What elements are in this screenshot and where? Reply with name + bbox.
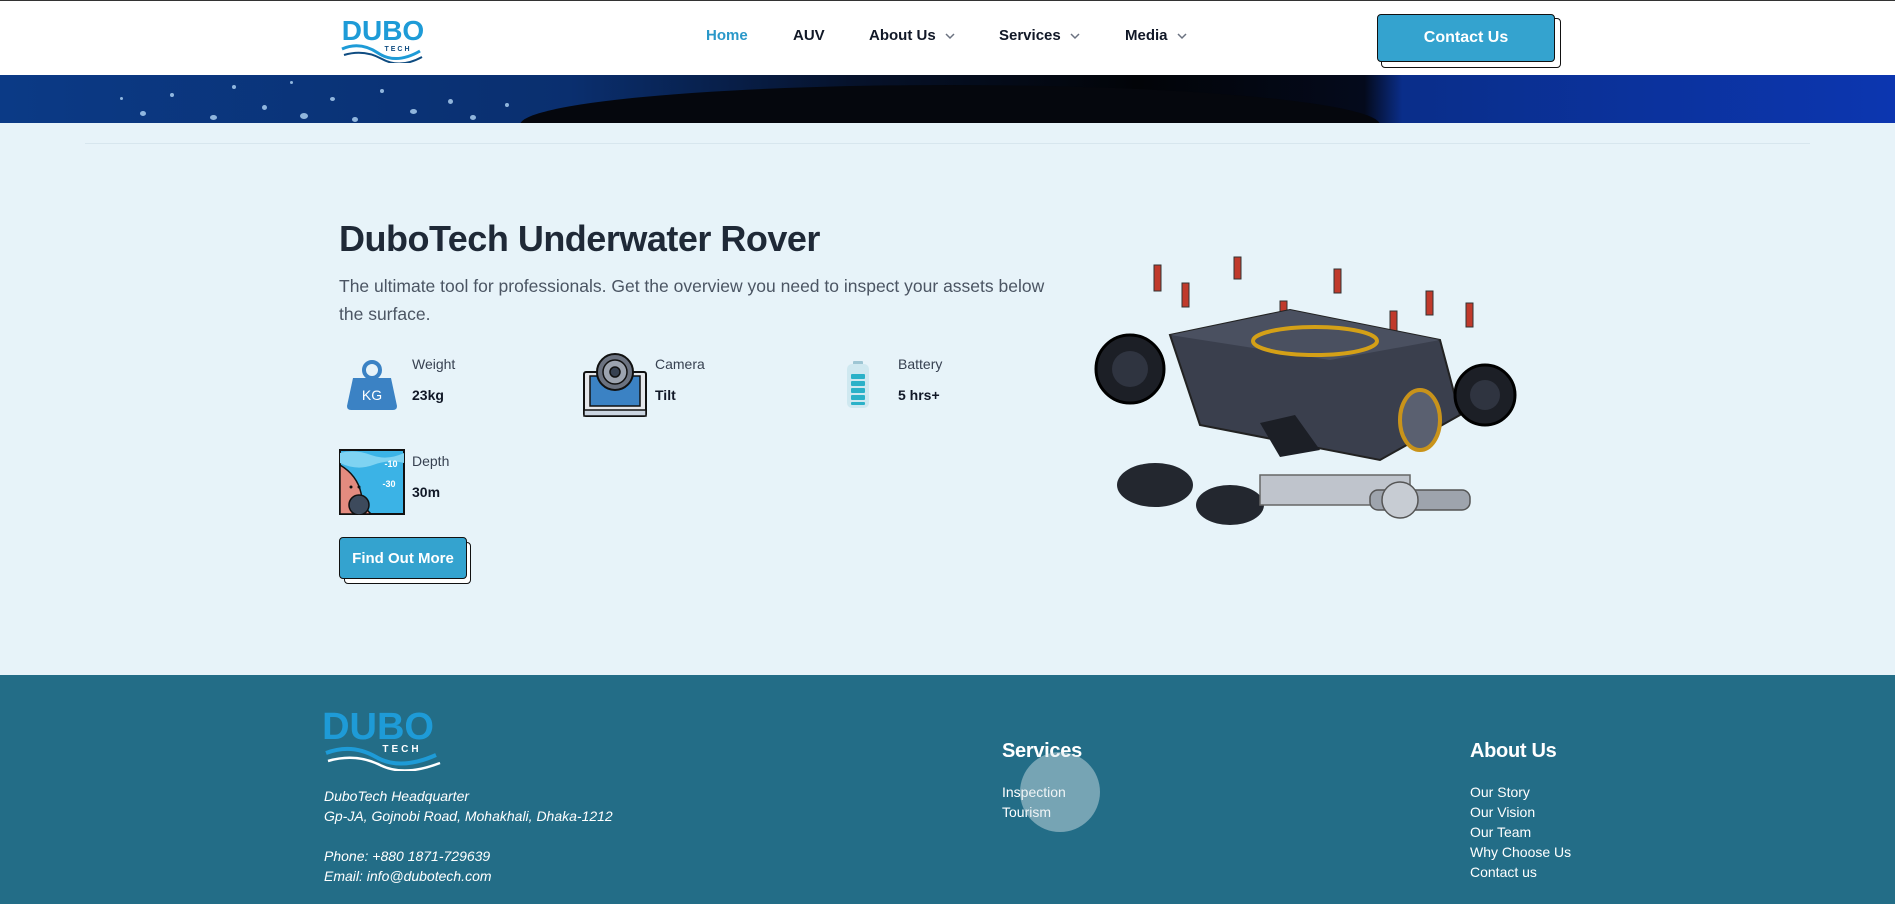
hero-banner-strip xyxy=(0,75,1895,123)
nav-services[interactable]: Services xyxy=(999,27,1081,44)
nav-auv[interactable]: AUV xyxy=(793,27,825,44)
spec-camera: Camera Tilt xyxy=(582,352,812,422)
nav-home[interactable]: Home xyxy=(706,27,748,44)
product-title: DuboTech Underwater Rover xyxy=(339,218,820,259)
footer-link-our-vision[interactable]: Our Vision xyxy=(1470,804,1535,820)
spec-depth: -10 -30 Depth 30m xyxy=(339,449,569,519)
footer-link-contact-us[interactable]: Contact us xyxy=(1470,864,1537,880)
depth-icon: -10 -30 xyxy=(339,449,405,515)
footer-link-our-story[interactable]: Our Story xyxy=(1470,784,1530,800)
dubotech-logo[interactable]: DUBO TECH xyxy=(324,705,444,771)
site-header: DUBO TECH Home AUV About Us Services Med… xyxy=(0,0,1895,75)
svg-text:KG: KG xyxy=(362,387,382,403)
chevron-down-icon xyxy=(1176,32,1187,39)
spec-label: Camera xyxy=(655,356,705,372)
rover-image xyxy=(1094,256,1517,525)
footer-link-our-team[interactable]: Our Team xyxy=(1470,824,1531,840)
svg-text:DUBO: DUBO xyxy=(324,706,434,748)
hq-address: Gp-JA, Gojnobi Road, Mohakhali, Dhaka-12… xyxy=(324,808,613,824)
camera-icon xyxy=(583,353,647,417)
footer-link-why-choose-us[interactable]: Why Choose Us xyxy=(1470,844,1571,860)
spec-battery: Battery 5 hrs+ xyxy=(825,352,1055,422)
nav-about-us[interactable]: About Us xyxy=(869,27,956,44)
phone[interactable]: Phone: +880 1871-729639 xyxy=(324,848,490,864)
email[interactable]: Email: info@dubotech.com xyxy=(324,868,492,884)
svg-text:-10: -10 xyxy=(384,459,397,469)
chevron-down-icon xyxy=(945,32,955,39)
footer-about-title: About Us xyxy=(1470,740,1557,762)
chevron-down-icon xyxy=(1070,32,1080,39)
product-description: The ultimate tool for professionals. Get… xyxy=(339,276,1045,324)
banner-rock-shape xyxy=(520,85,1380,123)
spec-label: Weight xyxy=(412,356,456,372)
spec-value: 30m xyxy=(412,484,441,500)
svg-text:-30: -30 xyxy=(382,479,395,489)
battery-icon xyxy=(847,361,869,408)
find-out-more-wrapper: Find Out More xyxy=(339,537,473,585)
contact-us-wrapper: Contact Us xyxy=(1377,14,1561,68)
site-footer: DUBO TECH DuboTech Headquarter Gp-JA, Go… xyxy=(0,675,1895,904)
spec-value: 23kg xyxy=(412,387,444,403)
spec-value: Tilt xyxy=(655,387,676,403)
nav-media[interactable]: Media xyxy=(1125,27,1188,44)
spec-weight: KG Weight 23kg xyxy=(339,352,569,422)
svg-text:TECH: TECH xyxy=(382,744,421,755)
main-nav: Home AUV About Us Services Media xyxy=(0,27,1895,51)
section-divider xyxy=(85,143,1810,144)
weight-icon: KG xyxy=(347,360,397,410)
cursor-highlight xyxy=(1020,752,1100,832)
spec-label: Battery xyxy=(898,356,943,372)
spec-label: Depth xyxy=(412,453,450,469)
find-out-more-button[interactable]: Find Out More xyxy=(339,537,467,579)
contact-us-button[interactable]: Contact Us xyxy=(1377,14,1555,62)
hq-name: DuboTech Headquarter xyxy=(324,788,470,804)
spec-value: 5 hrs+ xyxy=(898,387,940,403)
